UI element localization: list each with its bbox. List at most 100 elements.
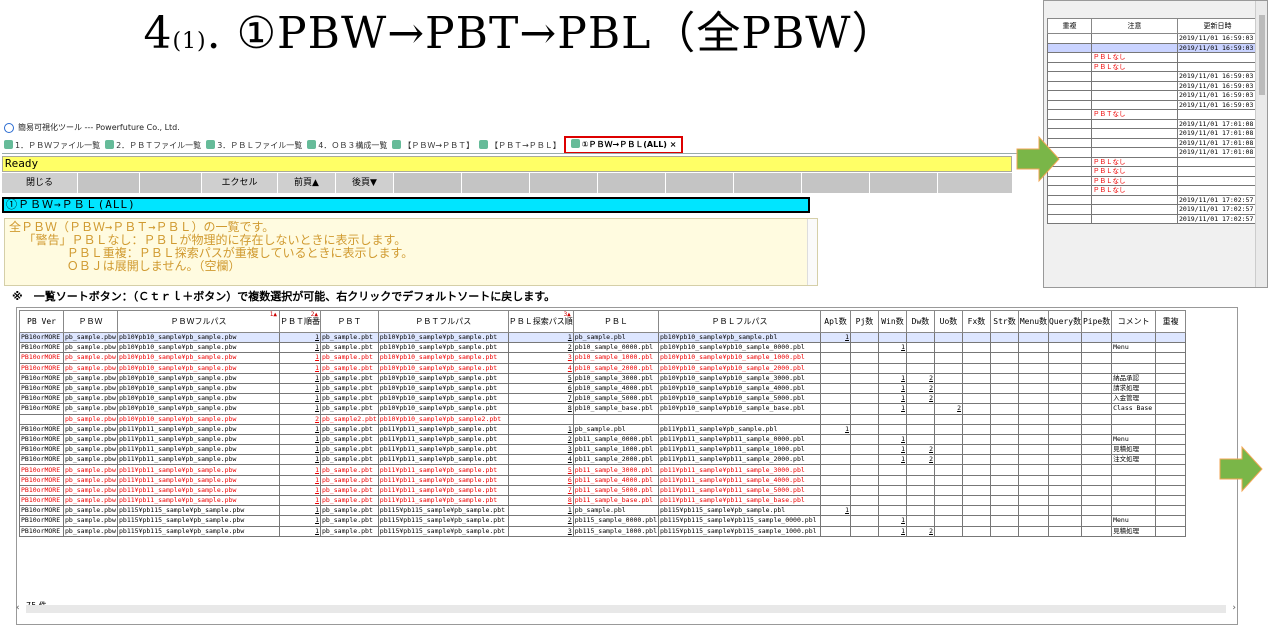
warning-cell[interactable]: ＰＢＬなし <box>1091 185 1178 196</box>
table-cell[interactable] <box>877 505 907 517</box>
column-header[interactable]: Query数 <box>1047 310 1083 333</box>
table-cell[interactable]: pb11¥pb11_sample¥pb11_sample_2000.pbl <box>657 454 821 466</box>
table-cell[interactable]: pb115_sample_1000.pbl <box>572 525 659 537</box>
warning-cell[interactable] <box>1091 137 1178 148</box>
table-cell[interactable]: 1 <box>279 515 321 527</box>
table-cell[interactable] <box>961 393 991 405</box>
table-cell[interactable] <box>1047 464 1083 476</box>
table-cell[interactable]: 1 <box>819 423 851 435</box>
table-cell[interactable] <box>849 382 879 395</box>
table-cell[interactable] <box>819 342 851 354</box>
table-cell[interactable] <box>1047 342 1083 354</box>
table-cell[interactable]: 1 <box>279 444 321 456</box>
table-cell[interactable] <box>989 393 1019 405</box>
table-cell[interactable] <box>1047 494 1083 507</box>
table-cell[interactable]: pb11¥pb11_sample¥pb_sample.pbt <box>377 423 509 435</box>
table-cell[interactable] <box>1047 118 1092 129</box>
table-row[interactable]: ＰＢＬなし <box>1047 52 1258 63</box>
table-cell[interactable] <box>1017 505 1049 517</box>
table-row[interactable]: 2019/11/01 17:01:08 <box>1047 128 1258 139</box>
table-cell[interactable] <box>1047 42 1092 53</box>
table-cell[interactable] <box>1047 403 1083 415</box>
table-cell[interactable] <box>1081 444 1113 456</box>
table-cell[interactable]: 2019/11/01 16:59:03 <box>1177 99 1258 110</box>
table-cell[interactable] <box>1177 109 1258 120</box>
table-cell[interactable] <box>961 474 991 486</box>
table-cell[interactable] <box>819 474 851 486</box>
table-cell[interactable] <box>819 362 851 374</box>
table-row[interactable]: 2019/11/01 17:01:08 <box>1047 147 1258 158</box>
table-cell[interactable] <box>905 433 935 446</box>
table-cell[interactable] <box>1081 464 1113 476</box>
table-cell[interactable] <box>961 515 991 527</box>
table-row[interactable]: 2019/11/01 17:02:57 <box>1047 194 1258 205</box>
table-cell[interactable] <box>961 464 991 476</box>
column-header[interactable]: Apl数 <box>819 310 851 333</box>
table-cell[interactable] <box>933 362 963 374</box>
table-cell[interactable] <box>877 413 907 425</box>
table-cell[interactable]: 2019/11/01 17:01:08 <box>1177 137 1258 148</box>
table-cell[interactable] <box>1017 352 1049 364</box>
table-cell[interactable] <box>849 362 879 374</box>
table-cell[interactable]: pb11¥pb11_sample¥pb_sample.pbt <box>377 454 509 466</box>
table-cell[interactable]: pb115_sample_0000.pbl <box>572 515 659 527</box>
table-cell[interactable]: pb11¥pb11_sample¥pb_sample.pbl <box>657 423 821 435</box>
table-cell[interactable]: 2019/11/01 16:59:03 <box>1177 71 1258 82</box>
table-row[interactable]: ＰＢＴなし <box>1047 109 1258 120</box>
table-cell[interactable] <box>989 342 1019 354</box>
table-cell[interactable] <box>1081 413 1113 425</box>
table-cell[interactable] <box>905 494 935 507</box>
table-cell[interactable] <box>1017 454 1049 466</box>
table-cell[interactable]: 1 <box>279 454 321 466</box>
table-cell[interactable]: 1 <box>877 342 907 354</box>
table-cell[interactable]: 8 <box>507 494 574 507</box>
tab-7[interactable]: ①ＰＢＷ→ＰＢＬ(ALL) × <box>563 136 684 153</box>
table-cell[interactable] <box>849 352 879 364</box>
table-cell[interactable] <box>933 525 963 537</box>
table-cell[interactable]: pb11¥pb11_sample¥pb_sample.pbw <box>117 423 280 435</box>
table-cell[interactable]: 納品承認 <box>1111 372 1157 384</box>
table-cell[interactable]: pb11¥pb11_sample¥pb11_sample_3000.pbl <box>657 464 821 476</box>
table-cell[interactable] <box>905 484 935 497</box>
table-cell[interactable]: pb115¥pb115_sample¥pb115_sample_1000.pbl <box>657 525 821 537</box>
table-cell[interactable] <box>1047 204 1092 215</box>
table-cell[interactable]: pb10¥pb10_sample¥pb_sample.pbt <box>377 342 509 354</box>
warning-cell[interactable]: ＰＢＬなし <box>1091 52 1178 63</box>
table-cell[interactable]: pb_sample.pbt <box>320 484 379 497</box>
table-cell[interactable]: pb11_sample_1000.pbl <box>572 444 659 456</box>
table-row[interactable]: PB10orMORE pb_sample.pbw pb11¥pb11_sample¥… <box>19 464 1187 476</box>
table-cell[interactable]: 1 <box>279 484 321 497</box>
table-cell[interactable] <box>849 433 879 446</box>
table-row[interactable]: 2019/11/01 16:59:03 <box>1047 42 1258 53</box>
inset-scroll-thumb[interactable] <box>1259 15 1265 95</box>
table-cell[interactable]: pb10¥pb10_sample¥pb10_sample_0000.pbl <box>657 342 821 354</box>
warning-cell[interactable] <box>1091 204 1178 215</box>
table-cell[interactable] <box>1155 372 1187 384</box>
table-cell[interactable] <box>1111 484 1157 497</box>
table-row[interactable]: PB10orMORE pb_sample.pbw pb10¥pb10_sample¥… <box>19 352 1187 364</box>
table-cell[interactable] <box>849 525 879 537</box>
table-cell[interactable] <box>1155 494 1187 507</box>
table-cell[interactable]: 2019/11/01 17:02:57 <box>1177 194 1258 205</box>
table-cell[interactable] <box>1155 444 1187 456</box>
table-cell[interactable]: pb11_sample_5000.pbl <box>572 484 659 497</box>
table-cell[interactable] <box>1047 61 1092 72</box>
column-header[interactable]: 更新日時 <box>1177 18 1258 34</box>
table-cell[interactable] <box>961 372 991 384</box>
table-cell[interactable]: pb_sample.pbl <box>572 423 659 435</box>
table-cell[interactable]: pb_sample.pbw <box>63 433 118 446</box>
table-cell[interactable] <box>849 444 879 456</box>
table-cell[interactable] <box>1177 175 1258 186</box>
table-row[interactable]: 2019/11/01 16:59:03 <box>1047 99 1258 110</box>
table-cell[interactable]: 1 <box>507 505 574 517</box>
scroll-left-icon[interactable]: ‹ <box>16 603 20 613</box>
table-cell[interactable]: PB10orMORE <box>19 433 64 446</box>
table-cell[interactable]: pb115¥pb115_sample¥pb_sample.pbt <box>377 515 509 527</box>
table-cell[interactable]: PB10orMORE <box>19 454 64 466</box>
table-cell[interactable]: 1 <box>279 372 321 384</box>
table-cell[interactable]: pb_sample.pbw <box>63 494 118 507</box>
table-cell[interactable] <box>989 464 1019 476</box>
warning-cell[interactable] <box>1091 128 1178 139</box>
table-row[interactable]: 2019/11/01 16:59:03 <box>1047 33 1258 44</box>
table-cell[interactable] <box>1155 382 1187 395</box>
